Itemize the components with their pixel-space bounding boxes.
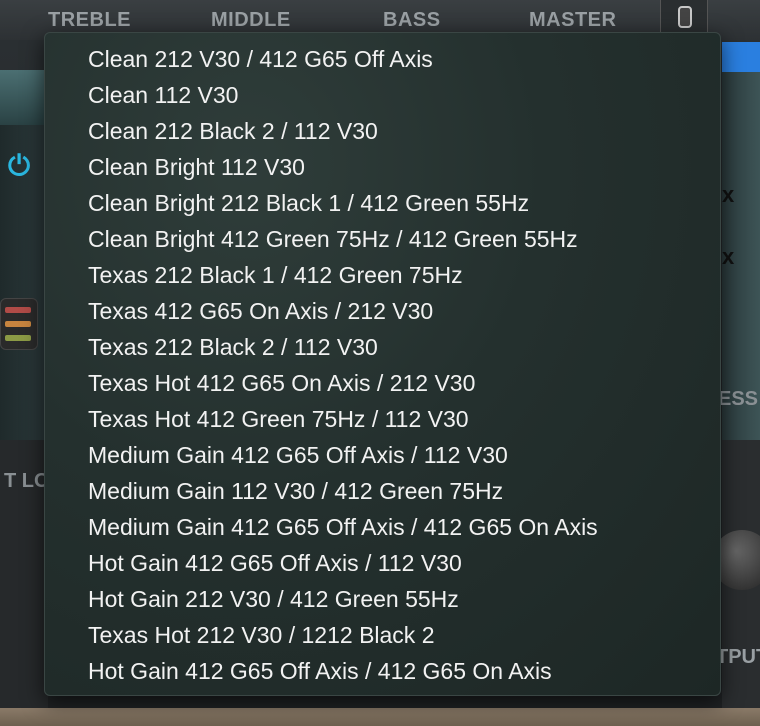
menu-item-preset-11[interactable]: Texas Hot 412 Green 75Hz / 112 V30 [45,401,720,437]
bass-label: BASS [383,9,441,31]
amp-plugin-window: TREBLE MIDDLE BASS MASTER ⏻ T LOA x x ES… [0,0,760,726]
left-teal-strip [0,70,48,125]
meter-bar-orange [5,321,31,327]
output-label: TPUT [716,646,760,668]
menu-item-preset-2[interactable]: Clean 112 V30 [45,77,720,113]
right-mix-label-2: x [722,244,735,269]
middle-label: MIDDLE [211,9,291,31]
treble-label: TREBLE [48,9,131,31]
cabinet-preset-dropdown-menu: Clean 212 V30 / 412 G65 Off Axis Clean 1… [44,32,721,696]
menu-item-preset-7[interactable]: Texas 212 Black 1 / 412 Green 75Hz [45,257,720,293]
master-label: MASTER [529,9,617,31]
meter-bar-red [5,307,31,313]
right-mix-label-1: x [722,182,735,207]
menu-item-preset-13[interactable]: Medium Gain 112 V30 / 412 Green 75Hz [45,473,720,509]
menu-item-preset-12[interactable]: Medium Gain 412 G65 Off Axis / 112 V30 [45,437,720,473]
power-icon[interactable]: ⏻ [8,150,30,183]
menu-item-preset-17[interactable]: Texas Hot 212 V30 / 1212 Black 2 [45,617,720,653]
menu-item-preset-8[interactable]: Texas 412 G65 On Axis / 212 V30 [45,293,720,329]
menu-item-preset-4[interactable]: Clean Bright 112 V30 [45,149,720,185]
menu-item-preset-3[interactable]: Clean 212 Black 2 / 112 V30 [45,113,720,149]
left-amp-panel [0,70,48,440]
lock-icon [678,6,692,28]
preset-list: Clean 212 V30 / 412 G65 Off Axis Clean 1… [45,33,720,689]
bottom-wood-strip [0,708,760,726]
menu-item-preset-14[interactable]: Medium Gain 412 G65 Off Axis / 412 G65 O… [45,509,720,545]
right-press-label: ESS [718,388,759,410]
menu-item-preset-16[interactable]: Hot Gain 212 V30 / 412 Green 55Hz [45,581,720,617]
menu-item-preset-5[interactable]: Clean Bright 212 Black 1 / 412 Green 55H… [45,185,720,221]
menu-item-preset-6[interactable]: Clean Bright 412 Green 75Hz / 412 Green … [45,221,720,257]
right-blue-bar [722,42,760,72]
menu-item-preset-1[interactable]: Clean 212 V30 / 412 G65 Off Axis [45,41,720,77]
level-meter [0,298,38,350]
menu-item-preset-15[interactable]: Hot Gain 412 G65 Off Axis / 112 V30 [45,545,720,581]
meter-bar-green [5,335,31,341]
menu-item-preset-10[interactable]: Texas Hot 412 G65 On Axis / 212 V30 [45,365,720,401]
menu-item-preset-9[interactable]: Texas 212 Black 2 / 112 V30 [45,329,720,365]
menu-item-preset-18[interactable]: Hot Gain 412 G65 Off Axis / 412 G65 On A… [45,653,720,689]
